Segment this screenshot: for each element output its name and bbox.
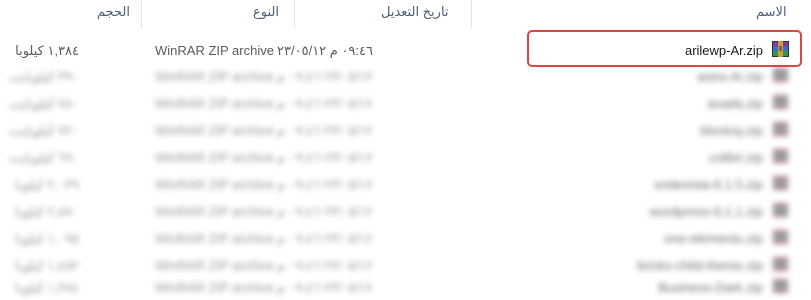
file-date-modified: ٠٩:٤٦ م ٢٣/٠٥/١٢ bbox=[277, 43, 373, 58]
file-size: ٢,٨٧٠ كيلوبا bbox=[15, 204, 79, 219]
column-header-name[interactable]: الاسم bbox=[756, 4, 787, 20]
file-date-modified: ٢٣/٠٥/١٢ ٠٩:٤٦ م bbox=[277, 204, 373, 219]
file-size: ٧٢٠ كيلوبايت bbox=[9, 123, 79, 138]
column-header-size[interactable]: الحجم bbox=[97, 4, 130, 20]
file-type: WinRAR ZIP archive bbox=[155, 231, 274, 246]
winrar-archive-icon bbox=[773, 95, 788, 109]
file-type: WinRAR ZIP archive bbox=[155, 280, 274, 295]
file-size: ١,٣٨٤ كيلوبا bbox=[15, 43, 79, 58]
file-date-modified: ٢٣/٠٥/١٢ ٠٩:٤٦ م bbox=[277, 177, 373, 192]
file-name[interactable]: ondevista-6.1.5.zip bbox=[654, 177, 763, 192]
file-size: ٣٩٠ كيلوبايت bbox=[9, 69, 79, 84]
column-header-bar: الحجم النوع تاريخ التعديل الاسم bbox=[0, 0, 811, 28]
file-name[interactable]: blocksy.zip bbox=[700, 123, 763, 138]
file-row[interactable]: ٢,٨٧٠ كيلوبا WinRAR ZIP archive ٢٣/٠٥/١٢… bbox=[0, 198, 811, 224]
winrar-archive-icon bbox=[773, 230, 788, 244]
file-type: WinRAR ZIP archive bbox=[155, 43, 274, 58]
file-name[interactable]: colibri.zip bbox=[709, 150, 763, 165]
winrar-archive-icon bbox=[773, 68, 788, 82]
file-size: ٦٩٠ كيلوبايت bbox=[9, 150, 79, 165]
file-type: WinRAR ZIP archive bbox=[155, 204, 274, 219]
file-size: ٢,٠٣٩ كيلوبا bbox=[15, 177, 79, 192]
file-row[interactable]: ٣٩٠ كيلوبايت WinRAR ZIP archive ٢٣/٠٥/١٢… bbox=[0, 63, 811, 89]
winrar-archive-icon bbox=[773, 122, 788, 136]
winrar-archive-icon bbox=[773, 176, 788, 190]
file-row[interactable]: ١,٣٨٤ كيلوبا WinRAR ZIP archive ٢٣/٠٥/١٢… bbox=[0, 274, 811, 300]
file-type: WinRAR ZIP archive bbox=[155, 150, 274, 165]
file-size: ١,٠٩٥ كيلوبا bbox=[15, 231, 79, 246]
file-row[interactable]: ٦٩٠ كيلوبايت WinRAR ZIP archive ٢٣/٠٥/١٢… bbox=[0, 144, 811, 170]
file-row[interactable]: ٧٨٠ كيلوبايت WinRAR ZIP archive ٢٣/٠٥/١٢… bbox=[0, 90, 811, 116]
winrar-archive-icon bbox=[773, 203, 788, 217]
winrar-archive-icon bbox=[773, 149, 788, 163]
column-divider[interactable] bbox=[471, 0, 472, 28]
selection-highlight bbox=[527, 30, 802, 67]
file-date-modified: ٢٣/٠٥/١٢ ٠٩:٤٦ م bbox=[277, 258, 373, 273]
column-header-date-modified[interactable]: تاريخ التعديل bbox=[381, 4, 449, 20]
file-date-modified: ٢٣/٠٥/١٢ ٠٩:٤٦ م bbox=[277, 96, 373, 111]
winrar-archive-icon bbox=[773, 279, 788, 293]
file-date-modified: ٢٣/٠٥/١٢ ٠٩:٤٦ م bbox=[277, 280, 373, 295]
file-row[interactable]: ٧٢٠ كيلوبايت WinRAR ZIP archive ٢٣/٠٥/١٢… bbox=[0, 117, 811, 143]
file-row[interactable]: ١,٠٩٥ كيلوبا WinRAR ZIP archive ٢٣/٠٥/١٢… bbox=[0, 225, 811, 251]
file-name[interactable]: Business-Dark.zip bbox=[658, 280, 763, 295]
column-header-type[interactable]: النوع bbox=[253, 4, 279, 20]
file-type: WinRAR ZIP archive bbox=[155, 96, 274, 111]
file-date-modified: ٢٣/٠٥/١٢ ٠٩:٤٦ م bbox=[277, 69, 373, 84]
file-name[interactable]: bricks-child-theme.zip bbox=[637, 258, 763, 273]
column-divider[interactable] bbox=[141, 0, 142, 28]
winrar-archive-icon bbox=[773, 257, 788, 271]
file-name[interactable]: one-elements.zip bbox=[664, 231, 763, 246]
file-date-modified: ٢٣/٠٥/١٢ ٠٩:٤٦ م bbox=[277, 123, 373, 138]
file-type: WinRAR ZIP archive bbox=[155, 177, 274, 192]
file-date-modified: ٢٣/٠٥/١٢ ٠٩:٤٦ م bbox=[277, 150, 373, 165]
file-name[interactable]: astra-Ar.zip bbox=[697, 69, 763, 84]
file-size: ٧٨٠ كيلوبايت bbox=[9, 96, 79, 111]
file-name[interactable]: avada.zip bbox=[707, 96, 763, 111]
file-size: ١,٣٨٤ كيلوبا bbox=[15, 280, 79, 295]
file-date-modified: ٢٣/٠٥/١٢ ٠٩:٤٦ م bbox=[277, 231, 373, 246]
file-size: ١,٤٥٢ كيلوبا bbox=[15, 258, 79, 273]
file-type: WinRAR ZIP archive bbox=[155, 69, 274, 84]
file-type: WinRAR ZIP archive bbox=[155, 258, 274, 273]
file-name[interactable]: wordpress-6.1.1.zip bbox=[650, 204, 763, 219]
column-divider[interactable] bbox=[294, 0, 295, 28]
file-type: WinRAR ZIP archive bbox=[155, 123, 274, 138]
file-row[interactable]: ٢,٠٣٩ كيلوبا WinRAR ZIP archive ٢٣/٠٥/١٢… bbox=[0, 171, 811, 197]
